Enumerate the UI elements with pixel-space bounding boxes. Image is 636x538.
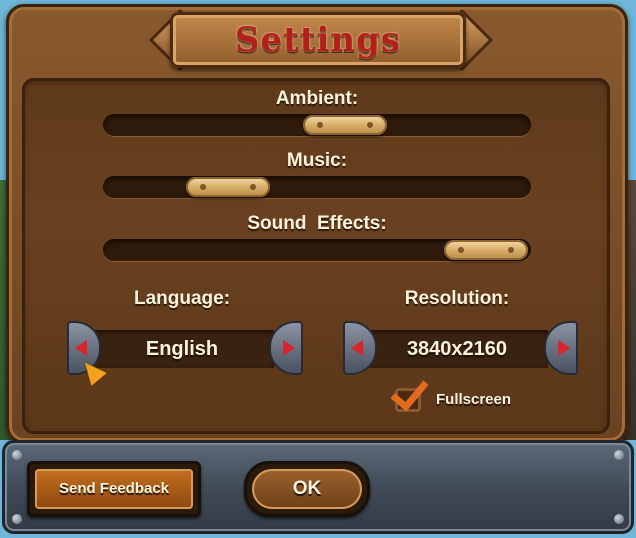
rivet-icon: [614, 450, 624, 460]
ok-label: OK: [292, 478, 322, 499]
left-arrow-icon: [75, 340, 87, 356]
language-value: English: [145, 338, 219, 360]
ok-button[interactable]: OK: [244, 461, 370, 517]
dialog-title: Settings: [234, 20, 402, 60]
sound-effects-slider-handle[interactable]: [444, 240, 528, 260]
ambient-slider-handle[interactable]: [303, 115, 387, 135]
sound-effects-label: Sound Effects:: [247, 213, 387, 234]
rivet-icon: [12, 514, 22, 524]
left-arrow-icon: [351, 340, 363, 356]
send-feedback-label: Send Feedback: [58, 480, 170, 497]
right-arrow-icon: [558, 340, 570, 356]
resolution-label: Resolution:: [404, 288, 510, 309]
music-slider[interactable]: [103, 176, 531, 198]
send-feedback-button[interactable]: Send Feedback: [27, 461, 201, 517]
fullscreen-label[interactable]: Fullscreen: [436, 391, 511, 408]
rivet-icon: [614, 514, 624, 524]
sound-effects-slider[interactable]: [103, 239, 531, 261]
ambient-slider[interactable]: [103, 114, 531, 136]
ambient-label: Ambient:: [275, 88, 359, 109]
language-label: Language:: [133, 288, 231, 309]
music-slider-handle[interactable]: [186, 177, 270, 197]
music-label: Music:: [286, 150, 348, 171]
rivet-icon: [12, 450, 22, 460]
right-arrow-icon: [283, 340, 295, 356]
fullscreen-checkbox[interactable]: [390, 371, 429, 412]
resolution-value: 3840x2160: [406, 338, 508, 360]
